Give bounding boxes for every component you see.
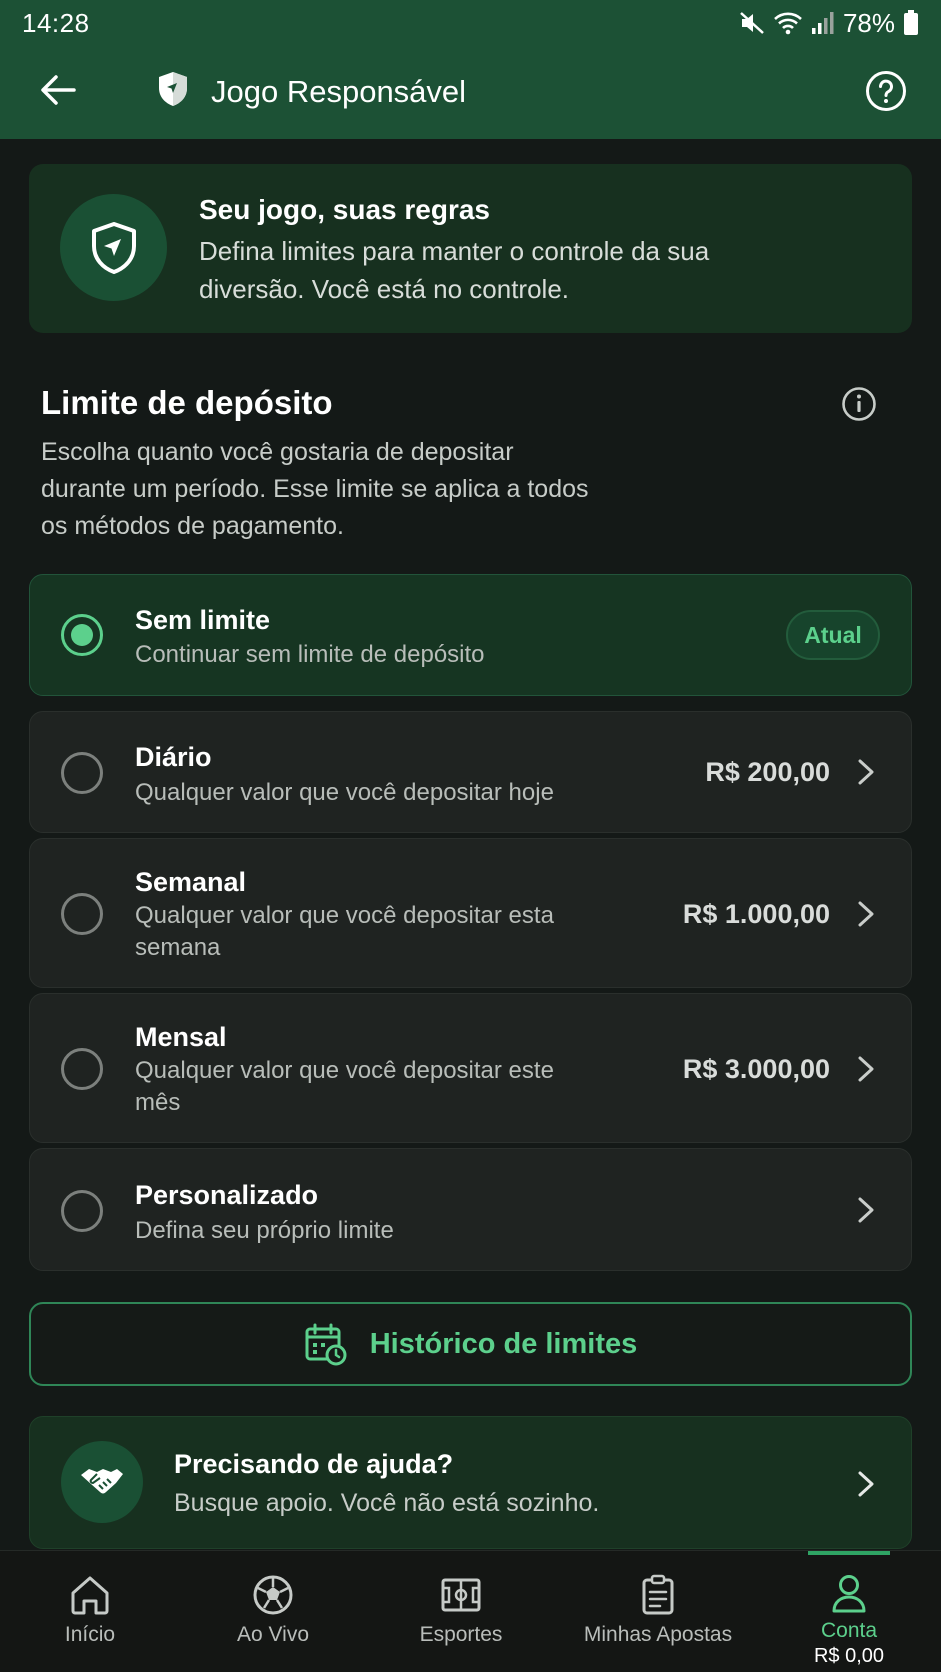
help-icon-circle xyxy=(61,1441,143,1523)
nav-item-sports[interactable]: Esportes xyxy=(401,1551,521,1672)
account-balance: R$ 0,00 xyxy=(813,1645,885,1667)
question-circle-icon xyxy=(866,71,906,111)
option-amount: R$ 3.000,00 xyxy=(682,1054,830,1084)
mute-icon xyxy=(740,12,764,34)
chevron-right-icon xyxy=(858,1056,874,1082)
clipboard-icon xyxy=(642,1574,674,1615)
handshake-icon xyxy=(81,1469,123,1494)
chevron-right-icon xyxy=(858,1471,874,1497)
nav-item-my-bets[interactable]: Minhas Apostas xyxy=(572,1551,744,1672)
help-card-subtitle: Busque apoio. Você não está sozinho. xyxy=(174,1489,600,1517)
help-card[interactable]: Precisando de ajuda? Busque apoio. Você … xyxy=(29,1416,912,1549)
option-no-limit[interactable]: Sem limite Continuar sem limite de depós… xyxy=(29,574,912,696)
radio-button[interactable] xyxy=(61,1190,103,1232)
hero-icon-circle xyxy=(60,194,167,301)
option-title: Diário xyxy=(135,742,212,772)
hero-card: Seu jogo, suas regras Defina limites par… xyxy=(29,164,912,333)
status-bar: 14:28 78% xyxy=(0,0,941,46)
status-time: 14:28 xyxy=(22,7,90,38)
status-icons: 78% xyxy=(739,8,919,39)
section-description: Escolha quanto você gostaria de deposita… xyxy=(41,438,589,540)
option-title: Personalizado xyxy=(135,1180,319,1210)
option-title: Mensal xyxy=(135,1022,227,1052)
app-bar: Jogo Responsável xyxy=(0,46,941,139)
option-daily[interactable]: Diário Qualquer valor que você depositar… xyxy=(29,711,912,833)
radio-button[interactable] xyxy=(61,893,103,935)
status-badge: Atual xyxy=(786,610,880,660)
shield-icon xyxy=(159,72,187,106)
radio-button[interactable] xyxy=(61,614,103,656)
calendar-clock-icon xyxy=(305,1323,347,1366)
option-title: Semanal xyxy=(135,867,247,897)
option-subtitle: Qualquer valor que você depositar este m… xyxy=(135,1057,554,1116)
option-monthly[interactable]: Mensal Qualquer valor que você depositar… xyxy=(29,993,912,1143)
chevron-right-icon xyxy=(858,901,874,927)
radio-button[interactable] xyxy=(61,1048,103,1090)
history-button-label: Histórico de limites xyxy=(369,1327,638,1360)
radio-button[interactable] xyxy=(61,752,103,794)
back-button[interactable] xyxy=(36,68,80,112)
option-weekly[interactable]: Semanal Qualquer valor que você deposita… xyxy=(29,838,912,988)
home-icon xyxy=(71,1576,109,1615)
page-title: Jogo Responsável xyxy=(211,74,467,109)
help-button[interactable] xyxy=(865,70,907,112)
nav-item-home[interactable]: Início xyxy=(30,1551,150,1672)
wifi-icon xyxy=(774,12,802,35)
nav-label: Esportes xyxy=(419,1623,503,1646)
hero-title: Seu jogo, suas regras xyxy=(199,194,490,225)
nav-label: Minhas Apostas xyxy=(583,1623,733,1646)
option-subtitle: Qualquer valor que você depositar esta s… xyxy=(135,902,554,961)
help-card-title: Precisando de ajuda? xyxy=(174,1449,454,1479)
nav-item-account[interactable]: Conta R$ 0,00 xyxy=(789,1551,909,1672)
section-title: Limite de depósito xyxy=(41,384,333,421)
field-icon xyxy=(441,1578,481,1612)
nav-label: Conta xyxy=(820,1619,878,1642)
arrow-left-icon xyxy=(41,75,76,105)
bottom-navigation: Início Ao Vivo Esportes Minhas Apostas C… xyxy=(0,1550,941,1672)
option-title: Sem limite xyxy=(135,605,271,635)
battery-percentage: 78% xyxy=(842,7,895,38)
hero-description: Defina limites para manter o controle da… xyxy=(199,236,710,304)
battery-icon xyxy=(904,10,918,35)
nav-item-live[interactable]: Ao Vivo xyxy=(213,1551,333,1672)
option-subtitle: Continuar sem limite de depósito xyxy=(135,641,485,668)
chevron-right-icon xyxy=(858,1197,874,1223)
signal-icon xyxy=(811,12,834,34)
nav-label: Início xyxy=(64,1623,116,1646)
option-amount: R$ 200,00 xyxy=(705,757,830,787)
option-custom[interactable]: Personalizado Defina seu próprio limite xyxy=(29,1148,912,1271)
user-icon xyxy=(832,1575,866,1613)
soccer-ball-icon xyxy=(253,1575,293,1615)
nav-label: Ao Vivo xyxy=(237,1623,309,1646)
shield-check-icon xyxy=(91,221,136,274)
option-amount: R$ 1.000,00 xyxy=(682,899,830,929)
limit-history-button[interactable]: Histórico de limites xyxy=(29,1302,912,1386)
top-bar: 14:28 78% Jogo Responsável xyxy=(0,0,941,139)
chevron-right-icon xyxy=(858,759,874,785)
option-subtitle: Qualquer valor que você depositar hoje xyxy=(135,779,554,806)
info-icon xyxy=(842,387,876,421)
info-button[interactable] xyxy=(841,386,877,422)
option-subtitle: Defina seu próprio limite xyxy=(135,1217,394,1244)
